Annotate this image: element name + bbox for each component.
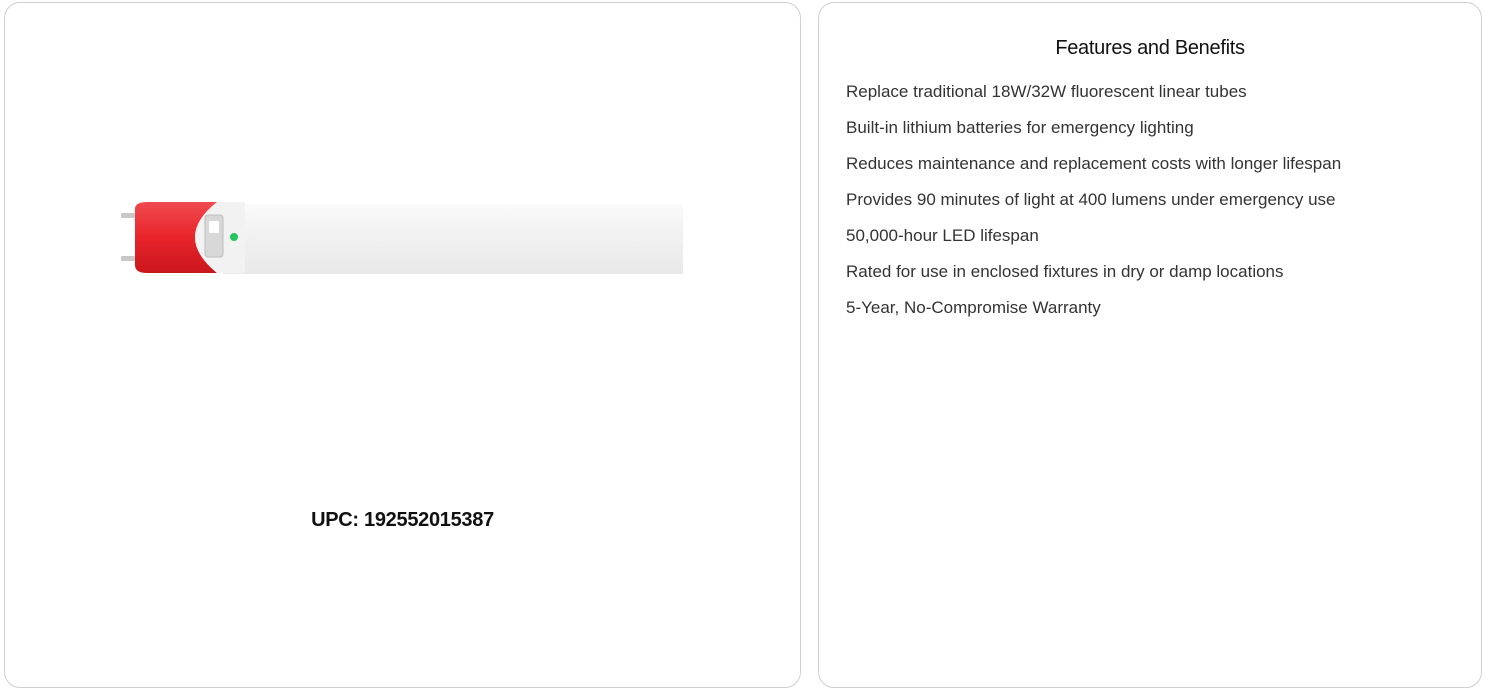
features-list: Replace traditional 18W/32W fluorescent … [846,79,1341,331]
led-tube-icon [121,202,683,274]
feature-item: Rated for use in enclosed fixtures in dr… [846,262,1284,281]
feature-item: Reduces maintenance and replacement cost… [846,154,1342,173]
feature-item: 50,000-hour LED lifespan [846,226,1039,245]
feature-item: 5-Year, No-Compromise Warranty [846,298,1101,317]
feature-item: Built-in lithium batteries for emergency… [846,118,1194,137]
feature-item: Provides 90 minutes of light at 400 lume… [846,190,1336,209]
upc-label: UPC: 192552015387 [311,509,494,531]
feature-item: Replace traditional 18W/32W fluorescent … [846,82,1247,101]
features-title: Features and Benefits [1055,37,1245,59]
features-card: Features and Benefits Replace traditiona… [818,2,1482,688]
product-image-card: UPC: 192552015387 [4,2,801,688]
